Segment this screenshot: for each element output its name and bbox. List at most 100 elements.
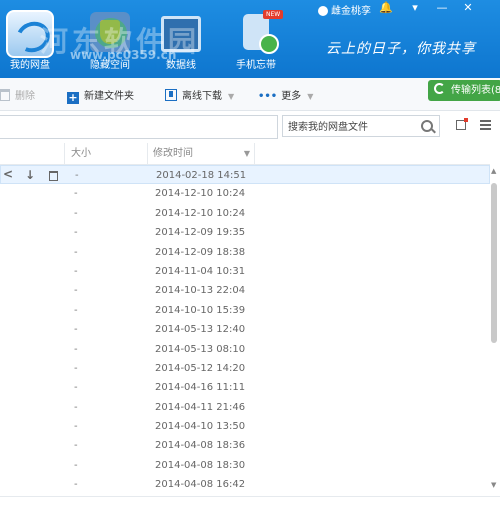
- file-modified: 2014-05-13 08:10: [155, 343, 246, 355]
- file-modified: 2014-05-13 12:40: [155, 324, 246, 336]
- table-row[interactable]: - 2014-05-13 08:10: [0, 340, 490, 359]
- transfer-list-button[interactable]: 传输列表(8): [428, 80, 500, 101]
- more-dots-icon: •••: [258, 91, 278, 102]
- list-view-icon[interactable]: [480, 120, 491, 130]
- file-size: -: [74, 479, 78, 491]
- file-size: -: [74, 343, 78, 355]
- offline-download-button[interactable]: 离线下载 ▼: [165, 87, 234, 102]
- table-row[interactable]: - 2014-12-10 10:24: [0, 184, 490, 203]
- table-row[interactable]: - 2014-04-08 18:30: [0, 456, 490, 475]
- file-size: -: [74, 188, 78, 200]
- chevron-down-icon: ▼: [307, 92, 314, 101]
- menu-dropdown-icon[interactable]: ▾: [406, 1, 424, 14]
- user-name: 雌金桃孪: [331, 6, 371, 17]
- watermark-url: www.pc0359.cn: [70, 48, 177, 62]
- search-input[interactable]: [283, 116, 420, 138]
- table-row[interactable]: - 2014-05-12 14:20: [0, 359, 490, 378]
- top-header: 我的网盘 隐藏空间 数据线 NEW 手机忘带 河东软件园 www.pc0359.…: [0, 0, 500, 78]
- scroll-up-icon[interactable]: ▲: [491, 167, 496, 175]
- file-size: -: [74, 285, 78, 297]
- table-row[interactable]: - 2014-12-09 18:38: [0, 243, 490, 262]
- table-row[interactable]: - 2014-12-10 10:24: [0, 204, 490, 223]
- transfer-icon: [434, 83, 445, 94]
- file-list-header: 大小 修改时间 ▼: [0, 143, 490, 165]
- file-modified: 2014-04-11 21:46: [155, 401, 246, 413]
- file-size: -: [74, 304, 78, 316]
- table-row[interactable]: - 2014-11-04 10:31: [0, 262, 490, 281]
- file-modified: 2014-10-10 15:39: [155, 304, 246, 316]
- scroll-down-icon[interactable]: ▼: [491, 481, 496, 489]
- status-bar: [0, 496, 500, 527]
- file-size: -: [74, 401, 78, 413]
- table-row[interactable]: - 2014-04-11 21:46: [0, 398, 490, 417]
- table-row[interactable]: - 2014-10-10 15:39: [0, 301, 490, 320]
- phone-sync-icon: [243, 14, 279, 54]
- file-modified: 2014-12-09 19:35: [155, 227, 246, 239]
- nav-phone-backup[interactable]: NEW 手机忘带: [225, 0, 287, 78]
- file-modified: 2014-12-10 10:24: [155, 207, 246, 219]
- offline-download-label: 离线下载: [182, 91, 222, 102]
- file-modified: 2014-04-08 18:30: [155, 459, 246, 471]
- file-size: -: [74, 207, 78, 219]
- file-size: -: [74, 324, 78, 336]
- sort-caret-icon: ▼: [243, 149, 250, 158]
- table-row[interactable]: - 2014-10-13 22:04: [0, 281, 490, 300]
- share-icon[interactable]: [3, 165, 13, 184]
- table-row[interactable]: ↓ - 2014-02-18 14:51: [0, 165, 490, 184]
- file-size: -: [74, 440, 78, 452]
- file-modified: 2014-12-09 18:38: [155, 246, 246, 258]
- file-list: ↓ - 2014-02-18 14:51 - 2014-12-10 10:24 -…: [0, 165, 490, 495]
- table-row[interactable]: - 2014-04-08 18:36: [0, 436, 490, 455]
- file-modified: 2014-05-12 14:20: [155, 362, 246, 374]
- scroll-thumb[interactable]: [491, 183, 497, 343]
- vertical-scrollbar[interactable]: ▲ ▼: [490, 165, 500, 495]
- table-row[interactable]: - 2014-04-08 16:42: [0, 475, 490, 494]
- file-size: -: [74, 421, 78, 433]
- column-size[interactable]: 大小: [64, 143, 147, 164]
- file-size: -: [74, 246, 78, 258]
- more-label: 更多: [281, 91, 302, 102]
- file-size: -: [74, 459, 78, 471]
- user-menu[interactable]: 雌金桃孪: [318, 2, 371, 17]
- file-modified: 2014-11-04 10:31: [155, 265, 246, 277]
- file-modified: 2014-04-08 18:36: [155, 440, 246, 452]
- minimize-button[interactable]: —: [433, 1, 451, 14]
- download-icon: [165, 89, 177, 101]
- file-size: -: [74, 362, 78, 374]
- file-modified: 2014-02-18 14:51: [156, 170, 247, 181]
- new-folder-button[interactable]: + 新建文件夹: [67, 87, 134, 104]
- slogan: 云上的日子，你我共享: [326, 41, 476, 57]
- table-row[interactable]: - 2014-04-16 11:11: [0, 378, 490, 397]
- new-folder-label: 新建文件夹: [84, 91, 134, 102]
- path-bar[interactable]: [0, 115, 278, 139]
- delete-label: 删除: [15, 91, 35, 102]
- table-row[interactable]: - 2014-04-10 13:50: [0, 417, 490, 436]
- more-button[interactable]: ••• 更多 ▼: [258, 87, 313, 102]
- chevron-down-icon: ▼: [228, 92, 235, 101]
- new-badge: NEW: [263, 10, 284, 19]
- delete-button[interactable]: 删除: [0, 87, 35, 102]
- file-modified: 2014-04-16 11:11: [155, 382, 246, 394]
- avatar: [318, 6, 328, 16]
- file-size: -: [75, 170, 79, 181]
- file-modified: 2014-10-13 22:04: [155, 285, 246, 297]
- thumbnail-view-icon[interactable]: [456, 118, 468, 130]
- toolbar: 删除 + 新建文件夹 离线下载 ▼ ••• 更多 ▼: [0, 78, 500, 111]
- download-arrow-icon[interactable]: ↓: [25, 166, 35, 185]
- trash-icon[interactable]: [49, 171, 58, 181]
- search-box[interactable]: [282, 115, 440, 138]
- file-modified: 2014-04-10 13:50: [155, 421, 246, 433]
- table-row[interactable]: - 2014-12-09 19:35: [0, 223, 490, 242]
- table-row[interactable]: - 2014-05-13 12:40: [0, 320, 490, 339]
- plus-icon: +: [67, 91, 79, 104]
- file-size: -: [74, 227, 78, 239]
- file-size: -: [74, 265, 78, 277]
- bell-icon[interactable]: 🔔: [377, 1, 395, 14]
- close-button[interactable]: ✕: [459, 1, 477, 14]
- file-size: -: [74, 382, 78, 394]
- column-modified[interactable]: 修改时间 ▼: [147, 143, 255, 164]
- nav-phone-backup-label: 手机忘带: [236, 60, 276, 71]
- search-icon[interactable]: [421, 120, 433, 132]
- transfer-list-label: 传输列表(8): [451, 85, 500, 96]
- file-modified: 2014-04-08 16:42: [155, 479, 246, 491]
